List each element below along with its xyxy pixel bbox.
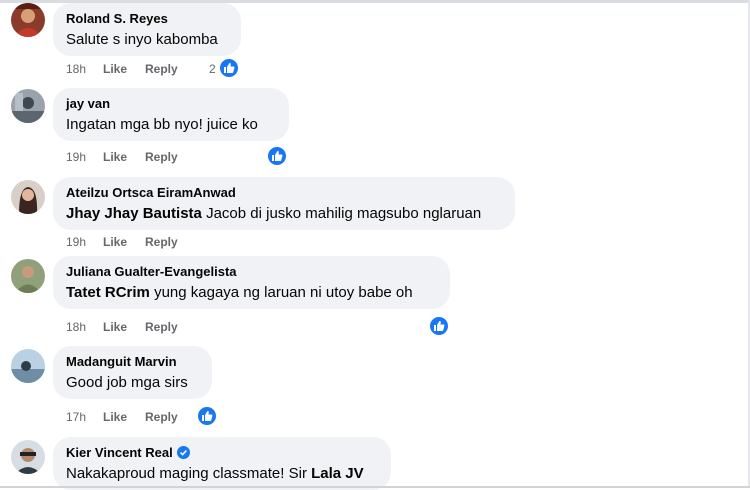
reaction-badge[interactable] (428, 315, 450, 337)
reaction-badge[interactable] (196, 405, 218, 427)
comment-text-body: yung kagaya ng laruan ni utoy babe oh (149, 284, 413, 301)
comment-text: Ingatan mga bb nyo! juice ko (66, 116, 258, 133)
like-thumb-icon (224, 63, 235, 73)
comment-bubble: Madanguit Marvin Good job mga sirs (53, 346, 212, 399)
comment-text: Salute s inyo kabomba (66, 31, 218, 48)
avatar-photo-icon (11, 440, 45, 474)
comment-text-body: Jacob di jusko mahilig magsubo nglaruan (201, 205, 482, 222)
avatar-photo-icon (11, 89, 45, 123)
comment-bubble: Juliana Gualter-Evangelista Tatet RCrim … (53, 256, 450, 309)
avatar-photo-icon (11, 259, 45, 293)
reply-button[interactable]: Reply (145, 150, 178, 164)
like-button[interactable]: Like (103, 320, 127, 334)
comment-time[interactable]: 19h (66, 235, 86, 249)
comment-text: Jhay Jhay Bautista Jacob di jusko mahili… (66, 204, 502, 224)
like-thumb-icon (202, 411, 213, 421)
avatar[interactable] (11, 349, 45, 383)
like-button[interactable]: Like (103, 150, 127, 164)
verified-badge-icon (176, 446, 190, 459)
avatar[interactable] (11, 89, 45, 123)
reply-button[interactable]: Reply (145, 235, 178, 249)
comment-author[interactable]: jay van (66, 96, 276, 112)
reaction-badge[interactable] (266, 145, 288, 167)
comment-author[interactable]: Madanguit Marvin (66, 354, 199, 370)
comment-text: Nakakaproud maging classmate! Sir Lala J… (66, 464, 378, 484)
comment-bubble: Ateilzu Ortsca EiramAnwad Jhay Jhay Baut… (53, 177, 515, 230)
comment-time[interactable]: 17h (66, 410, 86, 424)
mention-link[interactable]: Tatet RCrim (66, 284, 150, 301)
comment-text: Tatet RCrim yung kagaya ng laruan ni uto… (66, 283, 437, 303)
comment-author[interactable]: Ateilzu Ortsca EiramAnwad (66, 185, 502, 201)
like-button[interactable]: Like (103, 62, 127, 76)
comment-author: Kier Vincent Real (66, 445, 378, 461)
like-button[interactable]: Like (103, 410, 127, 424)
reply-button[interactable]: Reply (145, 62, 178, 76)
comment-author[interactable]: Roland S. Reyes (66, 11, 228, 27)
like-thumb-icon (272, 151, 283, 161)
comment-bubble: jay van Ingatan mga bb nyo! juice ko (53, 88, 289, 141)
reply-button[interactable]: Reply (145, 410, 178, 424)
mention-link[interactable]: Jhay Jhay Bautista (66, 205, 202, 222)
avatar[interactable] (11, 180, 45, 214)
comment-time[interactable]: 18h (66, 320, 86, 334)
reply-button[interactable]: Reply (145, 320, 178, 334)
like-button[interactable]: Like (103, 235, 127, 249)
avatar-photo-icon (11, 349, 45, 383)
avatar[interactable] (11, 3, 45, 37)
comment-text-body: Nakakaproud maging classmate! Sir (66, 465, 312, 482)
comment-text: Good job mga sirs (66, 374, 188, 391)
comment-bubble: Roland S. Reyes Salute s inyo kabomba (53, 3, 241, 56)
comment-time[interactable]: 18h (66, 62, 86, 76)
avatar[interactable] (11, 259, 45, 293)
comment-time[interactable]: 19h (66, 150, 86, 164)
like-thumb-icon (434, 321, 445, 331)
mention-link[interactable]: Lala JV (311, 465, 364, 482)
reaction-count[interactable]: 2 (209, 62, 216, 76)
avatar[interactable] (11, 440, 45, 474)
avatar-photo-icon (11, 3, 45, 37)
avatar-photo-icon (11, 180, 45, 214)
reaction-badge[interactable] (218, 57, 240, 79)
comment-author-name[interactable]: Kier Vincent Real (66, 445, 173, 460)
comment-bubble: Kier Vincent Real Nakakaproud maging cla… (53, 437, 391, 490)
comment-author[interactable]: Juliana Gualter-Evangelista (66, 264, 437, 280)
